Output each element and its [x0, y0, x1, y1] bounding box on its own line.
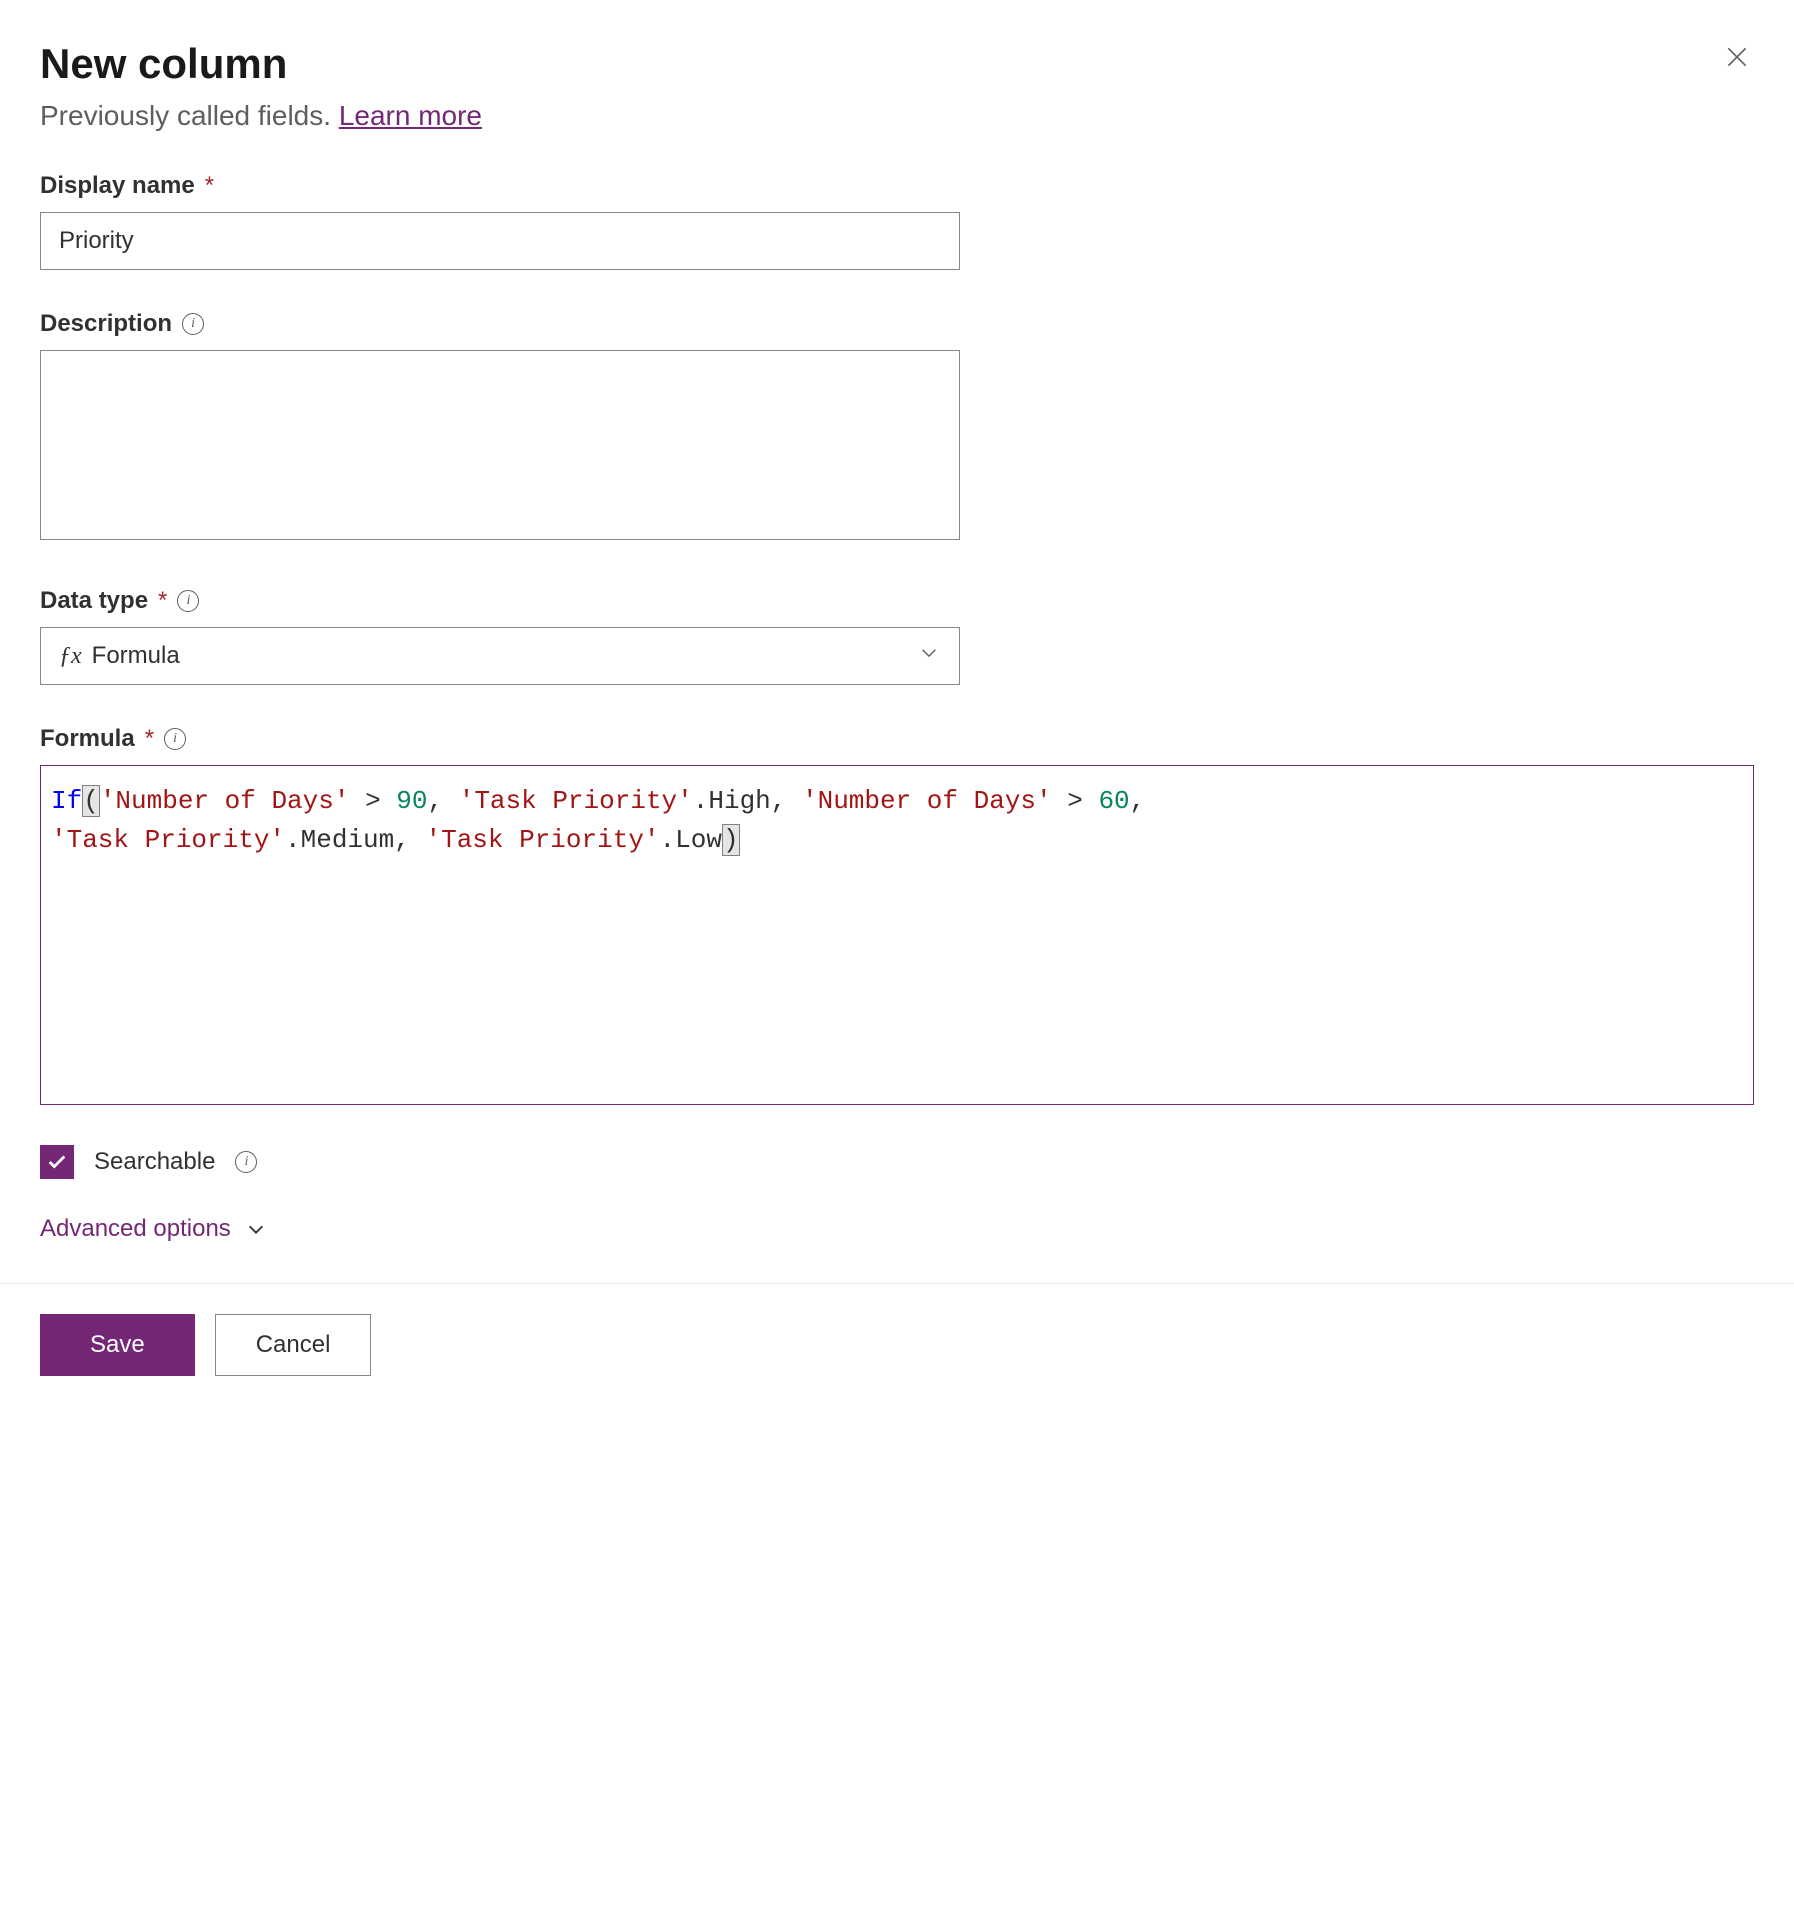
fx-icon: ƒx — [59, 643, 82, 670]
info-icon[interactable]: i — [182, 313, 204, 335]
searchable-row: Searchable i — [40, 1145, 1754, 1179]
check-icon — [46, 1151, 68, 1173]
description-label-text: Description — [40, 310, 172, 338]
data-type-label-text: Data type — [40, 587, 148, 615]
separator — [0, 1283, 1794, 1284]
formula-input[interactable]: If('Number of Days' > 90, 'Task Priority… — [40, 765, 1754, 1105]
page-subtitle: Previously called fields. Learn more — [40, 100, 1720, 132]
data-type-value: Formula — [92, 642, 180, 670]
searchable-label: Searchable — [94, 1148, 215, 1176]
close-button[interactable] — [1720, 40, 1754, 79]
display-name-label-text: Display name — [40, 172, 195, 200]
data-type-select[interactable]: ƒx Formula — [40, 627, 960, 685]
display-name-field: Display name * — [40, 172, 1754, 270]
display-name-input[interactable] — [40, 212, 960, 270]
save-button[interactable]: Save — [40, 1314, 195, 1376]
advanced-options-toggle[interactable]: Advanced options — [40, 1215, 1754, 1243]
subtitle-text: Previously called fields. — [40, 100, 339, 131]
formula-field: Formula * i If('Number of Days' > 90, 'T… — [40, 725, 1754, 1105]
searchable-checkbox[interactable] — [40, 1145, 74, 1179]
page-title: New column — [40, 40, 1720, 88]
description-label: Description i — [40, 310, 1754, 338]
display-name-label: Display name * — [40, 172, 1754, 200]
close-icon — [1724, 44, 1750, 70]
cancel-button[interactable]: Cancel — [215, 1314, 372, 1376]
header-text: New column Previously called fields. Lea… — [40, 40, 1720, 132]
data-type-field: Data type * i ƒx Formula — [40, 587, 1754, 685]
data-type-select-wrapper: ƒx Formula — [40, 627, 960, 685]
formula-label-text: Formula — [40, 725, 135, 753]
data-type-label: Data type * i — [40, 587, 1754, 615]
advanced-options-label: Advanced options — [40, 1215, 231, 1243]
formula-label: Formula * i — [40, 725, 1754, 753]
learn-more-link[interactable]: Learn more — [339, 100, 482, 131]
info-icon[interactable]: i — [164, 728, 186, 750]
required-indicator: * — [145, 725, 154, 753]
info-icon[interactable]: i — [177, 590, 199, 612]
description-input[interactable] — [40, 350, 960, 540]
panel-header: New column Previously called fields. Lea… — [40, 40, 1754, 132]
button-row: Save Cancel — [40, 1314, 1754, 1376]
chevron-down-icon — [245, 1218, 267, 1240]
description-field: Description i — [40, 310, 1754, 547]
required-indicator: * — [205, 172, 214, 200]
info-icon[interactable]: i — [235, 1151, 257, 1173]
required-indicator: * — [158, 587, 167, 615]
